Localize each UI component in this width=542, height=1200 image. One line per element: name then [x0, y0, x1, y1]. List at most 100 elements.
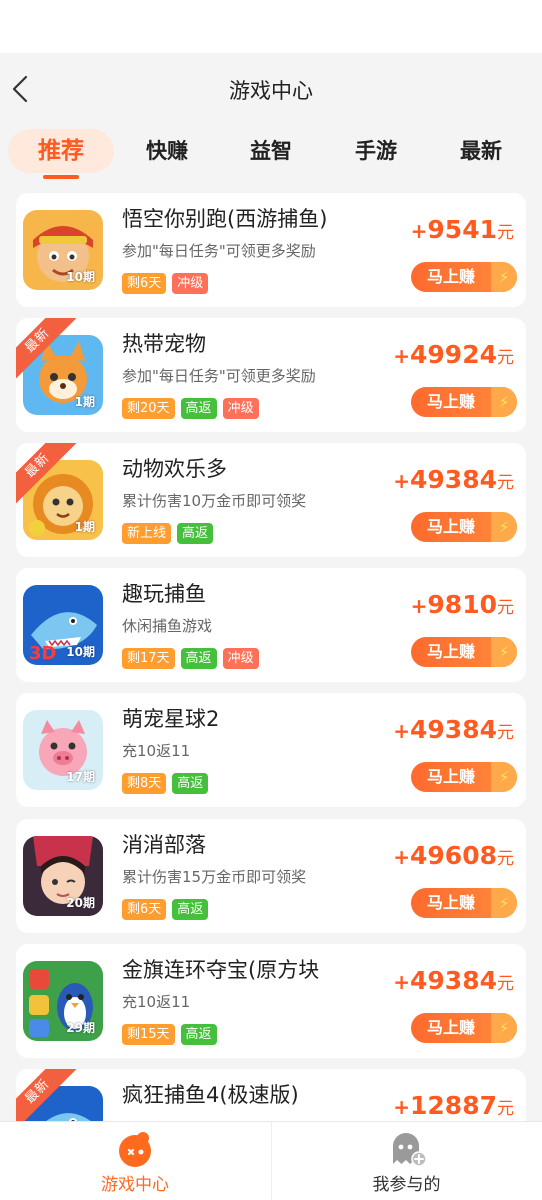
reward-plus: + — [393, 970, 411, 994]
earn-button-label: 马上赚 — [427, 392, 476, 411]
game-card[interactable]: 3D 10期 趣玩捕鱼 休闲捕鱼游戏 剩17天 高返 冲级 +9810元 马上赚 ⚡ — [16, 568, 526, 682]
tab-quick-earn[interactable]: 快赚 — [122, 125, 212, 177]
tab-puzzle[interactable]: 益智 — [226, 125, 316, 177]
game-description: 累计伤害10万金币即可领奖 — [122, 492, 307, 510]
game-description: 休闲捕鱼游戏 — [122, 617, 213, 635]
game-card[interactable]: 3D最新疯狂捕鱼4(极速版)+12887元马上赚⚡ — [16, 1069, 526, 1121]
period-label: 10期 — [66, 645, 95, 659]
tag-badge: 高返 — [172, 773, 209, 794]
tag-badge: 高返 — [177, 523, 214, 544]
reward-unit: 元 — [497, 348, 514, 368]
reward-value: 49384 — [410, 715, 497, 744]
period-label: 10期 — [66, 270, 95, 284]
game-card[interactable]: 29期 金旗连环夺宝(原方块 充10返11 剩15天 高返 +49384元 马上赚 ⚡ — [16, 944, 526, 1058]
game-card[interactable]: 20期 消消部落 累计伤害15万金币即可领奖 剩6天 高返 +49608元 马上赚 ⚡ — [16, 819, 526, 933]
earn-button-label: 马上赚 — [427, 893, 476, 912]
lightning-icon: ⚡ — [491, 888, 517, 918]
reward-plus: + — [393, 469, 411, 493]
game-card[interactable]: 10期 悟空你别跑(西游捕鱼) 参加"每日任务"可领更多奖励 剩6天 冲级 +9541元马… — [16, 193, 526, 307]
game-name: 热带宠物 — [122, 332, 206, 356]
earn-now-button[interactable]: 马上赚 ⚡ — [411, 888, 517, 918]
tag-badge: 剩15天 — [122, 1024, 175, 1045]
game-description: 参加"每日任务"可领更多奖励 — [122, 242, 316, 260]
lightning-icon: ⚡ — [491, 387, 517, 417]
period-label: 1期 — [74, 395, 95, 409]
game-name: 动物欢乐多 — [122, 457, 227, 481]
earn-now-button[interactable]: 马上赚 ⚡ — [411, 637, 517, 667]
earn-now-button[interactable]: 马上赚 ⚡ — [411, 512, 517, 542]
tag-badge: 高返 — [172, 899, 209, 920]
reward-plus: + — [410, 594, 428, 618]
lightning-icon: ⚡ — [491, 262, 517, 292]
game-center-icon — [119, 1132, 151, 1167]
reward-unit: 元 — [497, 849, 514, 869]
game-card[interactable]: 1期 最新 热带宠物 参加"每日任务"可领更多奖励 剩20天 高返 冲级 +49924元 马上赚… — [16, 318, 526, 432]
reward-value: 12887 — [410, 1091, 497, 1120]
tag-list: 剩20天 高返 冲级 — [122, 398, 259, 420]
game-card[interactable]: 17期 萌宠星球2 充10返11 剩8天 高返 +49384元 马上赚 ⚡ — [16, 693, 526, 807]
tag-list: 剩6天 冲级 — [122, 273, 209, 295]
tag-badge: 新上线 — [122, 523, 172, 544]
reward-plus: + — [393, 845, 411, 869]
tab-label: 快赚 — [146, 139, 188, 163]
tag-badge: 冲级 — [222, 648, 259, 669]
tag-badge: 剩6天 — [122, 899, 167, 920]
lightning-icon: ⚡ — [491, 637, 517, 667]
lightning-icon: ⚡ — [491, 512, 517, 542]
earn-now-button[interactable]: 马上赚 ⚡ — [411, 387, 517, 417]
earn-button-label: 马上赚 — [427, 642, 476, 661]
reward-amount: +49384元 — [393, 465, 514, 494]
earn-button-label: 马上赚 — [427, 517, 476, 536]
game-card[interactable]: 1期 最新 动物欢乐多 累计伤害10万金币即可领奖 新上线 高返 +49384元 马上赚 ⚡ — [16, 443, 526, 557]
period-label: 1期 — [74, 520, 95, 534]
nav-game-center[interactable]: 游戏中心 — [0, 1122, 270, 1200]
category-tabs: 推荐 快赚 益智 手游 最新 — [0, 125, 542, 181]
reward-value: 49924 — [410, 340, 497, 369]
reward-amount: +49384元 — [393, 966, 514, 995]
tag-list: 剩6天 高返 — [122, 899, 209, 921]
reward-plus: + — [393, 344, 411, 368]
tag-list: 剩15天 高返 — [122, 1024, 217, 1046]
reward-value: 9810 — [427, 590, 497, 619]
nav-label: 游戏中心 — [101, 1175, 169, 1195]
earn-now-button[interactable]: 马上赚 ⚡ — [411, 1013, 517, 1043]
reward-unit: 元 — [497, 598, 514, 618]
reward-value: 9541 — [427, 215, 497, 244]
game-name: 趣玩捕鱼 — [122, 582, 206, 606]
tab-latest[interactable]: 最新 — [436, 125, 526, 177]
bottom-nav: 游戏中心 我参与的 — [0, 1121, 542, 1200]
reward-unit: 元 — [497, 1099, 514, 1119]
game-description: 参加"每日任务"可领更多奖励 — [122, 367, 316, 385]
tab-label: 益智 — [250, 139, 292, 163]
tag-badge: 剩6天 — [122, 273, 167, 294]
game-name: 疯狂捕鱼4(极速版) — [122, 1083, 299, 1107]
lightning-icon: ⚡ — [491, 762, 517, 792]
tab-underline — [43, 175, 79, 179]
reward-plus: + — [393, 719, 411, 743]
earn-now-button[interactable]: 马上赚 ⚡ — [411, 262, 517, 292]
reward-unit: 元 — [497, 223, 514, 243]
game-list: 10期 悟空你别跑(西游捕鱼) 参加"每日任务"可领更多奖励 剩6天 冲级 +9541元马… — [16, 193, 526, 1121]
tab-label: 最新 — [460, 139, 502, 163]
reward-value: 49384 — [410, 966, 497, 995]
tag-badge: 高返 — [180, 398, 217, 419]
reward-plus: + — [393, 1095, 411, 1119]
reward-value: 49608 — [410, 841, 497, 870]
game-name: 萌宠星球2 — [122, 707, 220, 731]
reward-amount: +49608元 — [393, 841, 514, 870]
tab-mobile-games[interactable]: 手游 — [331, 125, 421, 177]
tag-badge: 冲级 — [222, 398, 259, 419]
tab-label: 手游 — [355, 139, 397, 163]
game-description: 累计伤害15万金币即可领奖 — [122, 868, 307, 886]
reward-unit: 元 — [497, 723, 514, 743]
ghost-add-icon — [393, 1133, 427, 1167]
status-bar — [0, 0, 542, 53]
reward-unit: 元 — [497, 974, 514, 994]
game-name: 悟空你别跑(西游捕鱼) — [122, 207, 328, 231]
reward-unit: 元 — [497, 473, 514, 493]
period-label: 17期 — [66, 770, 95, 784]
tab-recommend[interactable]: 推荐 — [8, 129, 114, 179]
game-name: 消消部落 — [122, 833, 206, 857]
nav-participated[interactable]: 我参与的 — [271, 1122, 541, 1200]
earn-now-button[interactable]: 马上赚 ⚡ — [411, 762, 517, 792]
